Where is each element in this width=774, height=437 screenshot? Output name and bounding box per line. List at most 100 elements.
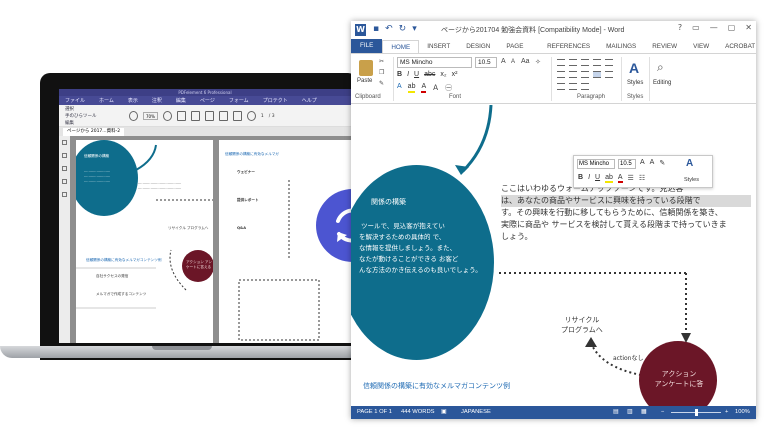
save-icon[interactable]: ▪ (373, 24, 379, 34)
grow-font-icon[interactable]: A (501, 58, 506, 65)
line-spacing-icon[interactable] (557, 83, 565, 90)
pdf-menu-view[interactable]: 表示 (128, 97, 138, 104)
tab-acrobat[interactable]: ACROBAT (717, 40, 756, 53)
zoom-level[interactable]: 100% (735, 409, 750, 415)
close-icon[interactable]: ✕ (745, 23, 752, 32)
numbering-icon[interactable] (569, 59, 577, 66)
format-painter-icon[interactable]: ✎ (379, 80, 384, 87)
underline-icon[interactable]: U (414, 71, 419, 78)
thumbnail-icon[interactable] (62, 153, 67, 158)
align-right-icon[interactable] (581, 71, 589, 78)
zoom-out-button[interactable]: − (661, 409, 664, 415)
prev-page-icon[interactable] (246, 111, 256, 121)
tab-references[interactable]: REFERENCES (539, 40, 598, 53)
tab-page-layout[interactable]: PAGE LAYOUT (498, 40, 539, 63)
customize-qat-icon[interactable]: ▾ (412, 24, 417, 34)
zoom-slider-knob[interactable] (695, 409, 698, 416)
mini-styles-button[interactable]: Styles (684, 177, 699, 183)
decrease-indent-icon[interactable] (593, 59, 601, 66)
web-layout-icon[interactable]: ▦ (641, 409, 646, 415)
paste-button[interactable]: Paste (357, 78, 372, 84)
multilevel-list-icon[interactable] (581, 59, 589, 66)
edit-tool[interactable]: 編集 (65, 120, 97, 126)
search-icon[interactable] (62, 192, 67, 197)
word-count[interactable]: 444 WORDS (401, 409, 435, 415)
highlight-icon[interactable]: ab (407, 83, 416, 93)
tab-file[interactable]: FILE (351, 38, 383, 53)
mini-shrink-font-icon[interactable]: A (650, 159, 655, 167)
maximize-icon[interactable]: ▢ (728, 23, 736, 32)
body-paragraph[interactable]: ここはいわゆるウォームアップゾーンです。見込客 は、あなたの商品やサービスに興味… (501, 183, 751, 243)
help-icon[interactable]: ? (678, 23, 682, 32)
language-indicator[interactable]: JAPANESE (461, 409, 491, 415)
enclose-char-icon[interactable]: ㊀ (445, 83, 452, 93)
mini-bullets-icon[interactable]: ☰ (628, 174, 634, 183)
mini-italic-icon[interactable]: I (588, 174, 590, 183)
page-number-input[interactable]: 1 (261, 114, 264, 119)
pdf-menu-file[interactable]: ファイル (65, 97, 85, 104)
shrink-font-icon[interactable]: A (511, 59, 515, 65)
single-page-icon[interactable] (190, 111, 200, 121)
pdf-menu-form[interactable]: フォーム (229, 97, 249, 104)
find-icon[interactable]: ⌕ (657, 60, 664, 75)
presentation-icon[interactable] (232, 111, 242, 121)
align-left-icon[interactable] (557, 71, 565, 78)
zoom-select[interactable]: 70% (143, 112, 158, 120)
tab-view[interactable]: VIEW (685, 40, 717, 53)
mini-highlight-icon[interactable]: ab (605, 174, 613, 183)
tab-home[interactable]: HOME (382, 40, 420, 53)
page-count[interactable]: PAGE 1 OF 1 (357, 409, 392, 415)
pdf-menu-edit[interactable]: 編集 (176, 97, 186, 104)
pdf-menu-protect[interactable]: プロテクト (263, 97, 288, 104)
fit-page-icon[interactable] (176, 111, 186, 121)
tab-mailings[interactable]: MAILINGS (598, 40, 644, 53)
mini-numbering-icon[interactable]: ☷ (639, 174, 645, 183)
distributed-icon[interactable] (605, 71, 613, 78)
minimize-icon[interactable]: — (710, 23, 718, 32)
pdf-menu-page[interactable]: ページ (200, 97, 215, 104)
tab-review[interactable]: REVIEW (644, 40, 685, 53)
attachment-icon[interactable] (62, 179, 67, 184)
cut-icon[interactable]: ✂ (379, 58, 384, 65)
italic-icon[interactable]: I (407, 71, 409, 78)
pdf-menu-comment[interactable]: 注釈 (152, 97, 162, 104)
two-page-icon[interactable] (204, 111, 214, 121)
proofing-icon[interactable]: ▣ (441, 409, 446, 415)
paste-icon[interactable] (359, 60, 373, 76)
strikethrough-icon[interactable]: abc (424, 71, 435, 78)
mini-underline-icon[interactable]: U (595, 174, 600, 183)
pdf-menu-help[interactable]: ヘルプ (302, 97, 317, 104)
read-mode-icon[interactable]: ▤ (613, 409, 618, 415)
bold-icon[interactable]: B (397, 71, 402, 78)
font-color-icon[interactable]: A (421, 83, 427, 93)
zoom-in-icon[interactable] (162, 111, 172, 121)
tab-insert[interactable]: INSERT (419, 40, 458, 53)
hand-tool[interactable]: 手のひらツール (65, 113, 97, 119)
zoom-out-icon[interactable] (129, 111, 138, 121)
undo-icon[interactable]: ↶ (385, 24, 393, 34)
clear-formatting-icon[interactable]: ✧ (535, 58, 541, 66)
copy-icon[interactable]: ❐ (379, 69, 384, 76)
print-layout-icon[interactable]: ▥ (627, 409, 632, 415)
superscript-icon[interactable]: x² (452, 71, 458, 78)
text-effects-icon[interactable]: A (397, 83, 402, 93)
pdf-menu-home[interactable]: ホーム (99, 97, 114, 104)
pdf-document-tab[interactable]: ページから 2017...資料-2 (63, 127, 125, 136)
borders-icon[interactable] (581, 83, 589, 90)
subscript-icon[interactable]: x₂ (440, 71, 446, 78)
styles-icon[interactable]: A (629, 60, 639, 76)
mini-grow-font-icon[interactable]: A (640, 159, 645, 167)
font-name-select[interactable]: MS Mincho (397, 57, 472, 68)
styles-button[interactable]: Styles (627, 80, 643, 86)
scroll-icon[interactable] (218, 111, 228, 121)
bookmark-icon[interactable] (62, 140, 67, 145)
redo-icon[interactable]: ↻ (399, 24, 407, 34)
mini-styles-icon[interactable]: A (686, 158, 693, 169)
comment-icon[interactable] (62, 166, 67, 171)
increase-indent-icon[interactable] (605, 59, 613, 66)
change-case-icon[interactable]: Aa (521, 58, 530, 65)
char-shading-icon[interactable]: Ａ (432, 83, 439, 93)
mini-size-select[interactable]: 10.5 (618, 159, 636, 169)
justify-icon[interactable] (593, 71, 601, 78)
zoom-in-button[interactable]: + (725, 409, 728, 415)
